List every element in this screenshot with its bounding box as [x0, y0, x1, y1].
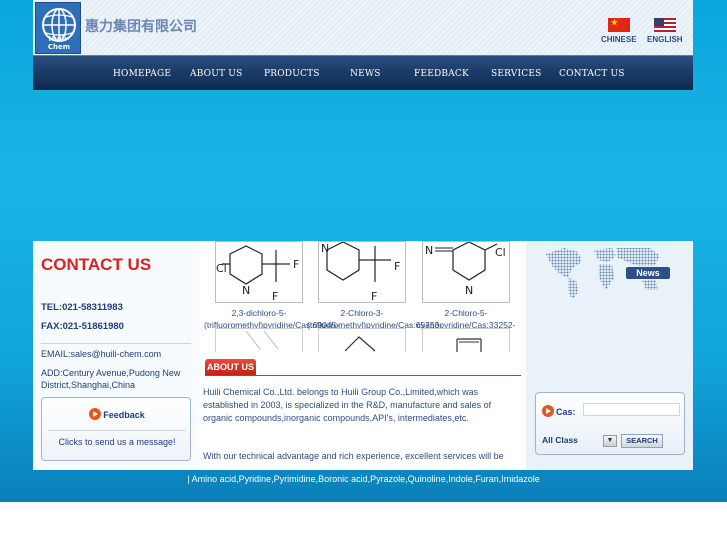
footer-keywords: | Amino acid,Pyridine,Pyrimidine,Boronic…	[187, 474, 540, 484]
product-structure-image[interactable]: N F F	[318, 241, 406, 303]
nav-about-us[interactable]: ABOUT US	[190, 69, 242, 79]
svg-text:F: F	[394, 260, 400, 273]
cas-label-text: Cas:	[556, 407, 576, 417]
class-select-value: All Class	[542, 435, 578, 445]
svg-text:Cl: Cl	[216, 262, 227, 275]
feedback-divider	[48, 430, 186, 431]
play-arrow-icon	[89, 408, 102, 420]
svg-text:Cl: Cl	[495, 246, 506, 259]
lang-chinese-link[interactable]: ★ CHINESE	[601, 18, 637, 44]
feedback-message-link[interactable]: Clicks to send us a message!	[42, 437, 192, 447]
svg-text:N: N	[242, 284, 250, 297]
about-us-tab[interactable]: ABOUT US	[205, 359, 256, 376]
svg-text:F: F	[293, 258, 299, 271]
cas-search-input[interactable]	[583, 403, 680, 416]
logo-text: Huili-Chem	[47, 35, 71, 51]
chemical-structure-icon: N F F	[321, 242, 400, 303]
nav-homepage[interactable]: HOMEPAGE	[113, 69, 171, 79]
cas-label: Cas:	[542, 405, 576, 417]
company-logo[interactable]: Huili-Chem	[35, 2, 81, 54]
class-select[interactable]: All Class ▼	[542, 435, 618, 448]
nav-contact-us[interactable]: CONTACT US	[559, 69, 625, 79]
feedback-box[interactable]: Feedback Clicks to send us a message!	[41, 397, 191, 461]
chemical-structure-icon: N Cl N	[425, 242, 506, 297]
lang-english-label: ENGLISH	[647, 35, 683, 44]
svg-text:F: F	[272, 290, 278, 303]
about-divider	[205, 375, 521, 376]
contact-fax: FAX:021-51861980	[41, 321, 124, 332]
cas-search-box: Cas: All Class ▼ SEARCH	[535, 392, 685, 455]
nav-services[interactable]: SERVICES	[491, 69, 541, 79]
about-paragraph: Huili Chemical Co.,Ltd. belongs to Huili…	[203, 387, 492, 423]
product-structure-image[interactable]: N Cl N	[422, 241, 510, 303]
company-name: 惠力集团有限公司	[85, 19, 197, 35]
nav-products[interactable]: PRODUCTS	[264, 69, 320, 79]
chemical-structure-icon: F F Cl N	[216, 245, 299, 303]
contact-title: CONTACT US	[41, 255, 152, 274]
site-container: Huili-Chem 惠力集团有限公司 ★ CHINESE ENGLISH HO…	[33, 0, 693, 470]
center-panel: F F Cl N 2,3-dichloro-5-(trifluoromethyl…	[199, 241, 526, 470]
chemical-structure-icon	[344, 336, 376, 352]
product-structure-image[interactable]: F F Cl N	[215, 241, 303, 303]
main-content: CONTACT US TEL:021-58311983 FAX:021-5186…	[33, 241, 693, 470]
site-header: Huili-Chem 惠力集团有限公司 ★ CHINESE ENGLISH	[33, 0, 693, 55]
contact-email[interactable]: EMAIL:sales@huili-chem.com	[41, 349, 161, 359]
product-structure-image[interactable]	[215, 328, 303, 352]
search-button[interactable]: SEARCH	[621, 434, 663, 448]
news-label[interactable]: News	[626, 267, 670, 279]
chemical-structure-icon	[456, 338, 482, 352]
svg-text:F: F	[371, 290, 377, 303]
cn-flag-icon: ★	[607, 18, 630, 32]
svg-text:N: N	[321, 242, 329, 255]
chemical-structure-icon	[245, 330, 279, 350]
svg-text:N: N	[425, 244, 433, 257]
chevron-down-icon[interactable]: ▼	[603, 435, 617, 447]
contact-address: ADD:Century Avenue,Pudong New District,S…	[41, 368, 181, 390]
contact-panel: CONTACT US TEL:021-58311983 FAX:021-5186…	[33, 241, 199, 470]
play-arrow-icon	[542, 405, 554, 417]
feedback-heading[interactable]: Feedback	[42, 408, 192, 420]
contact-divider	[41, 343, 191, 344]
main-nav: HOMEPAGE ABOUT US PRODUCTS NEWS FEEDBACK…	[33, 55, 693, 90]
news-world-map[interactable]: News	[542, 244, 670, 302]
lang-chinese-label: CHINESE	[601, 35, 637, 44]
feedback-title: Feedback	[103, 410, 145, 420]
footer-copyright: Copyright by Huili Chemical Co.,Ltd. Hui…	[204, 460, 523, 470]
right-panel: News Cas: All Class ▼ SEARCH	[526, 241, 693, 470]
svg-text:N: N	[465, 284, 473, 297]
contact-tel: TEL:021-58311983	[41, 302, 123, 313]
product-structure-image[interactable]	[422, 328, 510, 352]
nav-feedback[interactable]: FEEDBACK	[414, 69, 469, 79]
nav-news[interactable]: NEWS	[350, 69, 381, 79]
us-flag-icon	[653, 18, 676, 32]
product-structure-image[interactable]	[318, 328, 406, 352]
lang-english-link[interactable]: ENGLISH	[647, 18, 683, 44]
